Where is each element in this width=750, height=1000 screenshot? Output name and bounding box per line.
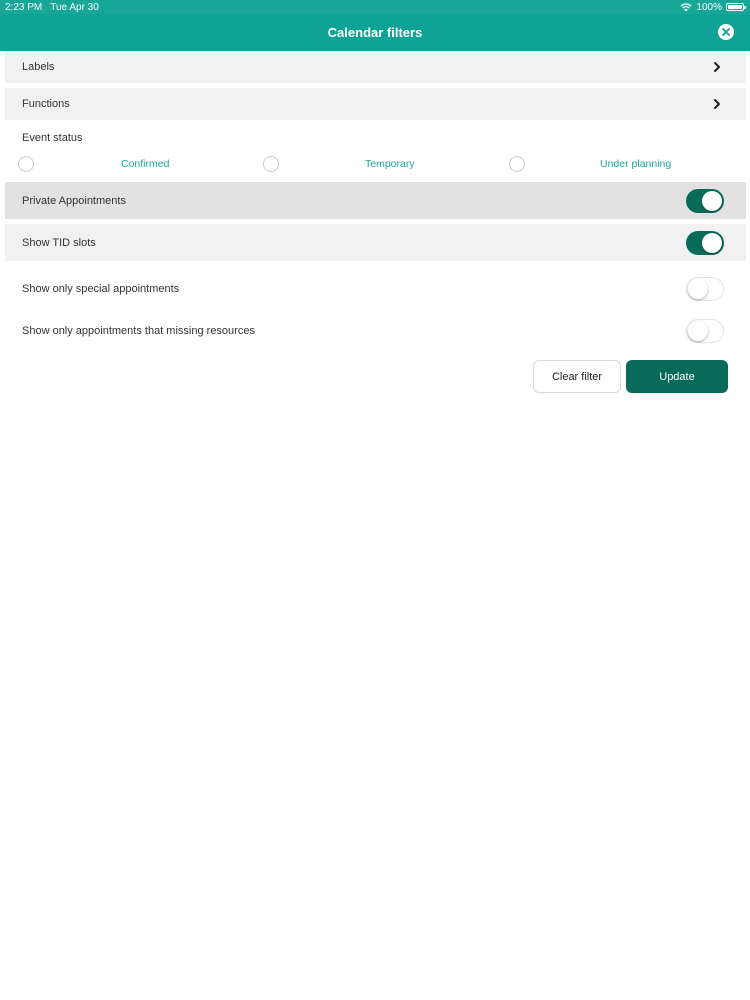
special-appointments-label: Show only special appointments — [22, 282, 180, 295]
page-title: Calendar filters — [327, 25, 423, 40]
functions-row-label: Functions — [22, 98, 70, 110]
radio-under-planning[interactable]: Under planning — [509, 155, 689, 175]
labels-row-label: Labels — [22, 61, 55, 73]
radio-button[interactable] — [509, 156, 525, 172]
close-icon — [722, 28, 730, 36]
event-status-label: Event status — [22, 132, 83, 144]
radio-confirmed-label: Confirmed — [121, 158, 170, 170]
update-button[interactable]: Update — [626, 360, 728, 393]
toggle-knob — [702, 232, 722, 253]
show-tid-slots-toggle[interactable] — [686, 230, 724, 255]
toggle-knob — [688, 320, 708, 341]
missing-resources-label: Show only appointments that missing reso… — [22, 324, 255, 337]
private-appointments-row: Private Appointments — [5, 182, 746, 219]
private-appointments-label: Private Appointments — [22, 194, 126, 207]
chevron-right-icon — [714, 99, 720, 109]
event-status-radio-group: Confirmed Temporary Under planning — [0, 155, 750, 175]
status-bar-left: 2:23 PM Tue Apr 30 — [5, 2, 99, 13]
functions-row[interactable]: Functions — [5, 88, 746, 120]
wifi-icon — [680, 2, 693, 11]
chevron-right-icon — [714, 62, 720, 72]
clear-filter-button[interactable]: Clear filter — [533, 360, 621, 393]
radio-temporary-label: Temporary — [365, 158, 415, 170]
status-date: Tue Apr 30 — [50, 1, 99, 13]
show-tid-slots-label: Show TID slots — [22, 236, 96, 249]
battery-icon — [726, 3, 746, 11]
radio-button[interactable] — [263, 156, 279, 172]
show-tid-slots-row: Show TID slots — [5, 224, 746, 261]
radio-confirmed[interactable]: Confirmed — [18, 155, 178, 175]
special-appointments-row: Show only special appointments — [5, 270, 746, 307]
toggle-knob — [702, 190, 722, 211]
private-appointments-toggle[interactable] — [686, 188, 724, 213]
header-bar: Calendar filters — [0, 14, 750, 51]
toggle-knob — [688, 278, 708, 299]
labels-row[interactable]: Labels — [5, 51, 746, 83]
radio-temporary[interactable]: Temporary — [263, 155, 423, 175]
status-bar-right: 100% — [680, 1, 746, 13]
status-bar: 2:23 PM Tue Apr 30 100% — [0, 0, 750, 14]
missing-resources-row: Show only appointments that missing reso… — [5, 312, 746, 349]
status-time: 2:23 PM — [5, 1, 43, 13]
missing-resources-toggle[interactable] — [686, 318, 724, 343]
radio-under-planning-label: Under planning — [600, 158, 672, 170]
radio-button[interactable] — [18, 156, 34, 172]
special-appointments-toggle[interactable] — [686, 276, 724, 301]
battery-percent: 100% — [696, 1, 722, 13]
close-button[interactable] — [718, 24, 734, 40]
